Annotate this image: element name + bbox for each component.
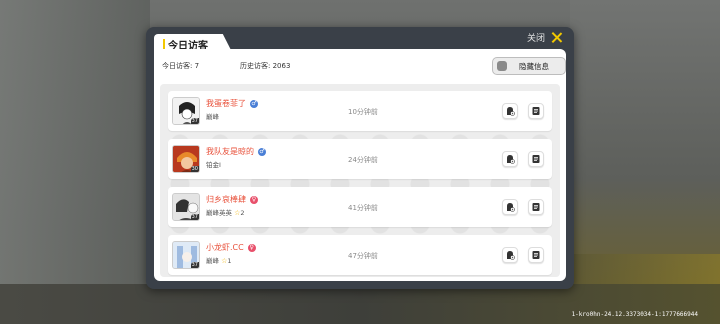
profile-button[interactable] bbox=[528, 151, 544, 167]
content-panel: 今日访客: 7 历史访客: 2063 隐藏信息 37 我蛋卷菲了 ♂ 巅峰 10… bbox=[154, 49, 566, 281]
avatar[interactable]: 37 bbox=[172, 193, 200, 221]
gift-button[interactable] bbox=[502, 103, 518, 119]
visitors-modal: 关闭 今日访客 今日访客: 7 历史访客: 2063 隐藏信息 37 我蛋卷菲了… bbox=[146, 27, 574, 289]
rank-text: 巅峰 bbox=[206, 257, 219, 265]
visitor-name-text: 我蛋卷菲了 bbox=[206, 99, 246, 108]
profile-button[interactable] bbox=[528, 199, 544, 215]
visitor-row[interactable]: 37 我蛋卷菲了 ♂ 巅峰 10分钟前 bbox=[168, 91, 552, 131]
gift-icon bbox=[507, 107, 515, 116]
visitor-row[interactable]: 37 归乡哀棒肆 ♀ 巅峰英英 ☆2 41分钟前 bbox=[168, 187, 552, 227]
gift-icon bbox=[507, 251, 515, 260]
star-count: 1 bbox=[227, 257, 232, 265]
gift-button[interactable] bbox=[502, 199, 518, 215]
visitor-row[interactable]: 37 小龙虾.CC ♀ 巅峰 ☆1 47分钟前 bbox=[168, 235, 552, 275]
document-icon bbox=[532, 155, 540, 163]
visitor-rank: 铂金I bbox=[206, 159, 221, 169]
gift-button[interactable] bbox=[502, 247, 518, 263]
visit-time: 47分钟前 bbox=[348, 252, 378, 260]
profile-button[interactable] bbox=[528, 247, 544, 263]
profile-button[interactable] bbox=[528, 103, 544, 119]
avatar[interactable]: 37 bbox=[172, 97, 200, 125]
level-badge: 37 bbox=[190, 118, 199, 124]
close-label: 关闭 bbox=[526, 34, 545, 44]
rank-text: 铂金I bbox=[206, 161, 221, 169]
avatar[interactable]: 30 bbox=[172, 145, 200, 173]
visitor-name[interactable]: 我蛋卷菲了 ♂ bbox=[206, 98, 258, 109]
today-visitor-count: 今日访客: 7 bbox=[162, 62, 200, 70]
star-count: 2 bbox=[240, 209, 245, 217]
toggle-icon bbox=[497, 61, 507, 71]
gift-icon bbox=[507, 203, 515, 212]
avatar[interactable]: 37 bbox=[172, 241, 200, 269]
female-icon: ♀ bbox=[247, 243, 256, 252]
visit-time: 10分钟前 bbox=[348, 108, 378, 116]
male-icon: ♂ bbox=[258, 147, 266, 156]
visitor-row[interactable]: 30 我队友是晾的 ♂ 铂金I 24分钟前 bbox=[168, 139, 552, 179]
visitor-list[interactable]: 37 我蛋卷菲了 ♂ 巅峰 10分钟前 30 我队友是晾的 ♂ 铂金I 24分钟… bbox=[160, 84, 560, 277]
visitor-name-text: 归乡哀棒肆 bbox=[206, 195, 246, 204]
close-button[interactable]: 关闭 bbox=[527, 31, 562, 44]
gift-icon bbox=[507, 155, 515, 164]
gift-button[interactable] bbox=[502, 151, 518, 167]
rank-text: 巅峰 bbox=[206, 113, 219, 121]
level-badge: 37 bbox=[190, 262, 199, 268]
background-left bbox=[0, 0, 150, 324]
level-badge: 37 bbox=[190, 214, 199, 220]
level-badge: 30 bbox=[190, 166, 199, 172]
rank-text: 巅峰英英 bbox=[206, 209, 232, 217]
visitor-name-text: 我队友是晾的 bbox=[206, 147, 254, 156]
visitor-name[interactable]: 归乡哀棒肆 ♀ bbox=[206, 194, 258, 205]
visitor-rank: 巅峰英英 ☆2 bbox=[206, 207, 245, 217]
visitor-rank: 巅峰 bbox=[206, 111, 219, 121]
visitor-rank: 巅峰 ☆1 bbox=[206, 255, 232, 265]
build-id: 1-kro0hn-24.12.3373034-1:1777666944 bbox=[571, 311, 698, 318]
female-icon: ♀ bbox=[250, 195, 258, 204]
visitor-name-text: 小龙虾.CC bbox=[206, 243, 244, 252]
hide-info-button[interactable]: 隐藏信息 bbox=[492, 57, 566, 75]
history-visitor-count: 历史访客: 2063 bbox=[240, 62, 291, 70]
hide-info-label: 隐藏信息 bbox=[519, 62, 549, 71]
male-icon: ♂ bbox=[250, 99, 258, 108]
visitor-name[interactable]: 我队友是晾的 ♂ bbox=[206, 146, 266, 157]
background-bottom bbox=[0, 284, 720, 324]
document-icon bbox=[532, 107, 540, 115]
visit-time: 24分钟前 bbox=[348, 156, 378, 164]
visit-time: 41分钟前 bbox=[348, 204, 378, 212]
document-icon bbox=[532, 203, 540, 211]
visitor-name[interactable]: 小龙虾.CC ♀ bbox=[206, 242, 256, 253]
close-icon bbox=[551, 32, 562, 43]
document-icon bbox=[532, 251, 540, 259]
